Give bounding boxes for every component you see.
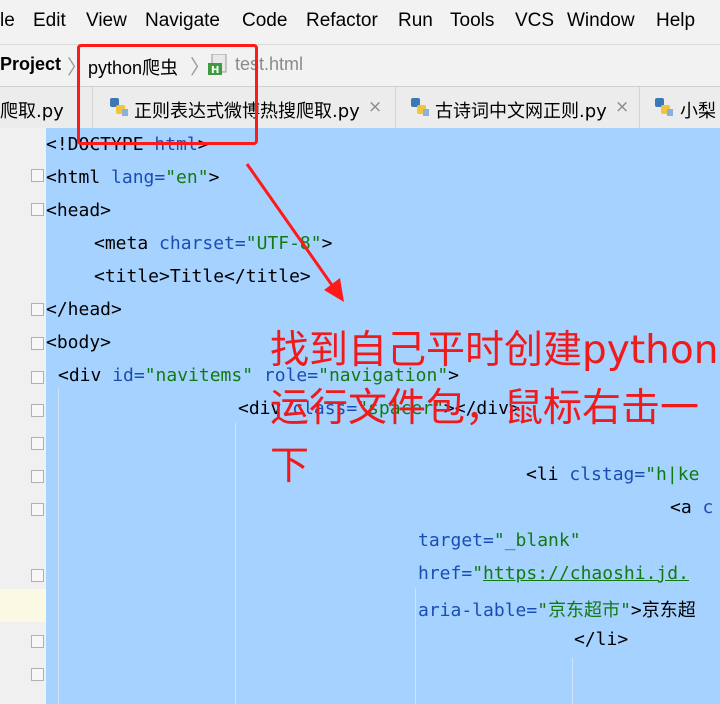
code-token: <div bbox=[58, 365, 113, 386]
code-line-11: <a c bbox=[670, 497, 713, 518]
code-line-7: <body> bbox=[46, 332, 112, 353]
indent-guide bbox=[572, 658, 573, 704]
code-token: 京东超市 bbox=[548, 600, 621, 621]
menu-view[interactable]: View bbox=[86, 10, 127, 32]
fold-icon[interactable] bbox=[31, 203, 44, 216]
python-file-icon bbox=[411, 98, 429, 116]
code-token: href= bbox=[418, 563, 473, 584]
menu-file[interactable]: le bbox=[0, 10, 15, 32]
code-line-6: </head> bbox=[46, 299, 122, 320]
code-token: <html bbox=[46, 167, 112, 188]
code-token: "navitems" bbox=[144, 365, 254, 386]
fold-icon[interactable] bbox=[31, 437, 44, 450]
menu-help[interactable]: Help bbox=[656, 10, 695, 32]
menu-refactor[interactable]: Refactor bbox=[306, 10, 378, 32]
menu-edit[interactable]: Edit bbox=[33, 10, 66, 32]
menu-bar: le Edit View Navigate Code Refactor Run … bbox=[0, 0, 720, 44]
fold-icon[interactable] bbox=[31, 303, 44, 316]
tab-label: 小梨 bbox=[680, 101, 716, 122]
menu-run[interactable]: Run bbox=[398, 10, 433, 32]
code-token: " bbox=[620, 600, 631, 621]
code-line-12: target="_blank" bbox=[418, 530, 581, 551]
fold-icon[interactable] bbox=[31, 404, 44, 417]
code-line-13: href="https://chaoshi.jd. bbox=[418, 563, 689, 584]
breadcrumb-project[interactable]: Project bbox=[0, 54, 61, 75]
indent-guide bbox=[58, 388, 59, 704]
fold-icon[interactable] bbox=[31, 337, 44, 350]
fold-icon[interactable] bbox=[31, 371, 44, 384]
code-token: c bbox=[702, 497, 714, 518]
fold-icon[interactable] bbox=[31, 169, 44, 182]
menu-code[interactable]: Code bbox=[242, 10, 287, 32]
code-token: <meta bbox=[94, 233, 160, 254]
code-line-14: aria-lable="京东超市">京东超 bbox=[418, 596, 696, 622]
code-token: <a bbox=[670, 497, 703, 518]
tab-file-4[interactable]: 小梨 bbox=[639, 87, 720, 129]
code-token: aria-lable= bbox=[418, 600, 538, 621]
code-token: charset= bbox=[159, 233, 246, 254]
menu-vcs[interactable]: VCS bbox=[515, 10, 554, 32]
tab-label: 古诗词中文网正则.py bbox=[435, 101, 607, 122]
code-token: "_blank" bbox=[493, 530, 581, 551]
code-token: > bbox=[208, 167, 220, 188]
current-line-highlight bbox=[0, 589, 46, 622]
code-token: >京东超 bbox=[630, 600, 696, 621]
tab-label: 爬取.py bbox=[0, 101, 64, 122]
fold-icon[interactable] bbox=[31, 668, 44, 681]
indent-guide bbox=[235, 423, 236, 704]
menu-window[interactable]: Window bbox=[567, 10, 635, 32]
code-line-3: <head> bbox=[46, 200, 112, 221]
code-line-2: <html lang="en"> bbox=[46, 167, 219, 188]
arrow-icon bbox=[245, 163, 344, 302]
fold-icon[interactable] bbox=[31, 503, 44, 516]
fold-icon[interactable] bbox=[31, 569, 44, 582]
close-icon[interactable]: × bbox=[368, 97, 382, 117]
code-token: " bbox=[472, 563, 484, 584]
menu-navigate[interactable]: Navigate bbox=[145, 10, 220, 32]
close-icon[interactable]: × bbox=[615, 97, 629, 117]
code-token: lang= bbox=[111, 167, 166, 188]
code-token: " bbox=[537, 600, 549, 621]
code-line-15: </li> bbox=[574, 629, 629, 650]
fold-icon[interactable] bbox=[31, 470, 44, 483]
highlight-box bbox=[77, 44, 258, 145]
tab-gushici-regex[interactable]: 古诗词中文网正则.py × bbox=[395, 87, 640, 129]
fold-icon[interactable] bbox=[31, 635, 44, 648]
annotation-text: 找到自己平时创建python运行文件包，鼠标右击一下 bbox=[270, 328, 719, 489]
python-file-icon bbox=[655, 98, 673, 116]
menu-tools[interactable]: Tools bbox=[450, 10, 494, 32]
code-token: "en" bbox=[165, 167, 209, 188]
code-token: target= bbox=[418, 530, 494, 551]
code-token: id= bbox=[112, 365, 145, 386]
code-link[interactable]: https://chaoshi.jd. bbox=[483, 563, 689, 584]
indent-guide bbox=[415, 588, 416, 704]
